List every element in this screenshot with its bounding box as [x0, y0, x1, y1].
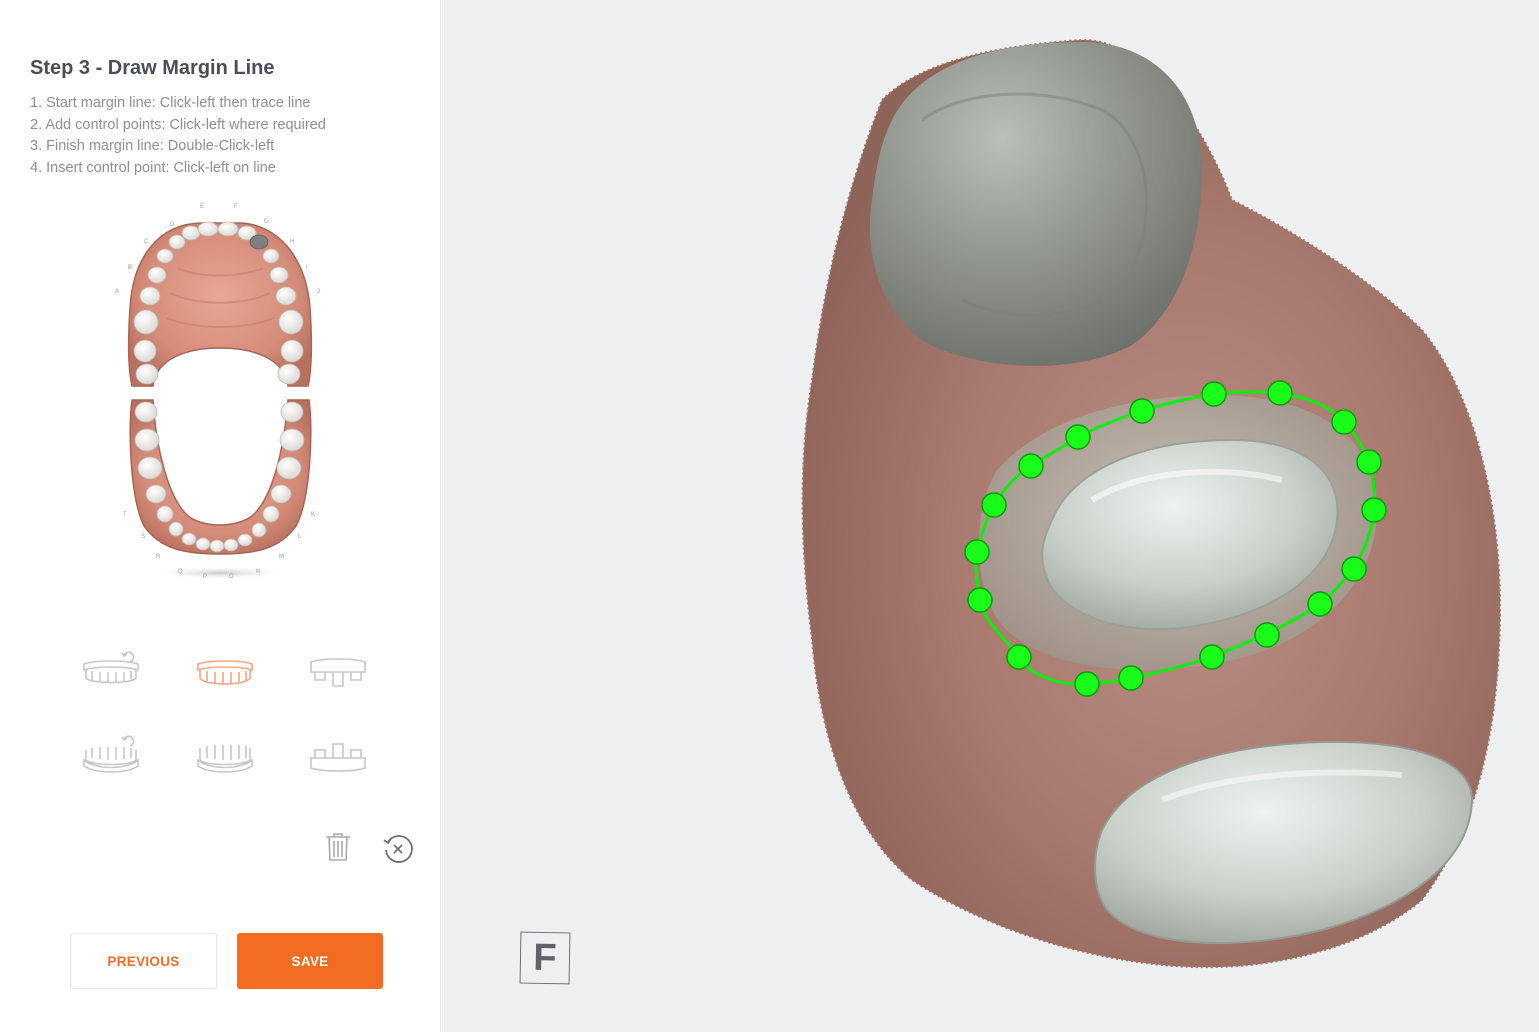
tooth-letter: M	[279, 554, 284, 560]
control-point[interactable]	[1267, 380, 1293, 406]
upper-jaw-partial-button[interactable]	[303, 650, 373, 696]
tooth-letter: N	[256, 569, 260, 575]
control-point[interactable]	[1356, 449, 1382, 475]
control-point[interactable]	[1118, 665, 1144, 691]
view-orientation-badge[interactable]: F	[519, 931, 571, 985]
control-point[interactable]	[1074, 671, 1100, 697]
control-point[interactable]	[1361, 497, 1387, 523]
selected-tooth[interactable]	[249, 234, 269, 250]
trash-icon	[326, 833, 350, 861]
reset-icon	[383, 835, 413, 863]
tooth-letter: Q	[178, 569, 183, 575]
lower-jaw-rotate-button[interactable]	[76, 734, 146, 780]
tooth-letter: P	[203, 574, 207, 580]
tooth-letter: J	[317, 289, 320, 295]
tooth-letter: B	[128, 265, 132, 271]
lower-jaw-icon	[197, 745, 253, 773]
control-point[interactable]	[1331, 409, 1357, 435]
reset-button[interactable]	[381, 832, 415, 866]
lower-jaw-partial-icon	[310, 743, 366, 772]
tooth-letter: C	[144, 239, 149, 245]
control-point[interactable]	[1341, 556, 1367, 582]
instructions-list: 1. Start margin line: Click-left then tr…	[30, 93, 326, 179]
control-point[interactable]	[1199, 644, 1225, 670]
3d-viewport[interactable]: F	[442, 0, 1539, 1032]
step-title: Step 3 - Draw Margin Line	[30, 57, 275, 79]
tooth-letter: G	[264, 219, 269, 225]
tooth-chart[interactable]: A B C D E F G H I J K L M N O P Q R S T	[108, 198, 336, 590]
control-point[interactable]	[1065, 424, 1091, 450]
upper-jaw-button[interactable]	[190, 650, 260, 696]
instruction-item: 4. Insert control point: Click-left on l…	[30, 159, 276, 176]
tooth-chart-image[interactable]: A B C D E F G H I J K L M N O P Q R S T	[108, 198, 336, 590]
delete-button[interactable]	[321, 830, 355, 864]
tooth-letter: E	[200, 204, 204, 210]
tooth-letter: T	[123, 512, 127, 518]
control-point[interactable]	[1201, 381, 1227, 407]
save-button[interactable]: SAVE	[237, 933, 383, 989]
control-point[interactable]	[967, 587, 993, 613]
control-point[interactable]	[981, 492, 1007, 518]
lower-jaw-button[interactable]	[190, 734, 260, 780]
tooth-letter: F	[234, 204, 238, 210]
control-point[interactable]	[1307, 591, 1333, 617]
dental-scan-model[interactable]	[442, 0, 1539, 1032]
instruction-item: 1. Start margin line: Click-left then tr…	[30, 95, 311, 111]
previous-button[interactable]: PREVIOUS	[70, 933, 217, 989]
sidebar-panel: Step 3 - Draw Margin Line 1. Start margi…	[0, 0, 441, 1032]
control-point[interactable]	[1254, 622, 1280, 648]
control-point[interactable]	[1018, 453, 1044, 479]
instruction-item: 3. Finish margin line: Double-Click-left	[30, 138, 275, 154]
tooth-letter: A	[115, 289, 119, 295]
upper-molar	[869, 42, 1202, 366]
upper-jaw-partial-icon	[310, 658, 366, 687]
control-point[interactable]	[1129, 398, 1155, 424]
instruction-item: 2. Add control points: Click-left where …	[30, 116, 326, 133]
tooth-letter: K	[311, 512, 315, 518]
upper-jaw-icon	[197, 660, 253, 685]
tooth-letter: O	[229, 574, 234, 580]
tooth-letter: D	[170, 222, 175, 228]
lower-jaw-rotate-icon	[83, 735, 139, 773]
tooth-letter: R	[156, 554, 161, 560]
tooth-letter: I	[306, 265, 308, 271]
control-point[interactable]	[1006, 644, 1032, 670]
tooth-letter: S	[141, 534, 145, 540]
tooth-letter: L	[298, 534, 302, 540]
upper-jaw-rotate-icon	[83, 651, 139, 684]
control-point[interactable]	[964, 539, 990, 565]
upper-jaw-rotate-button[interactable]	[76, 650, 146, 696]
lower-jaw-partial-button[interactable]	[303, 734, 373, 780]
tooth-letter: H	[290, 239, 294, 245]
